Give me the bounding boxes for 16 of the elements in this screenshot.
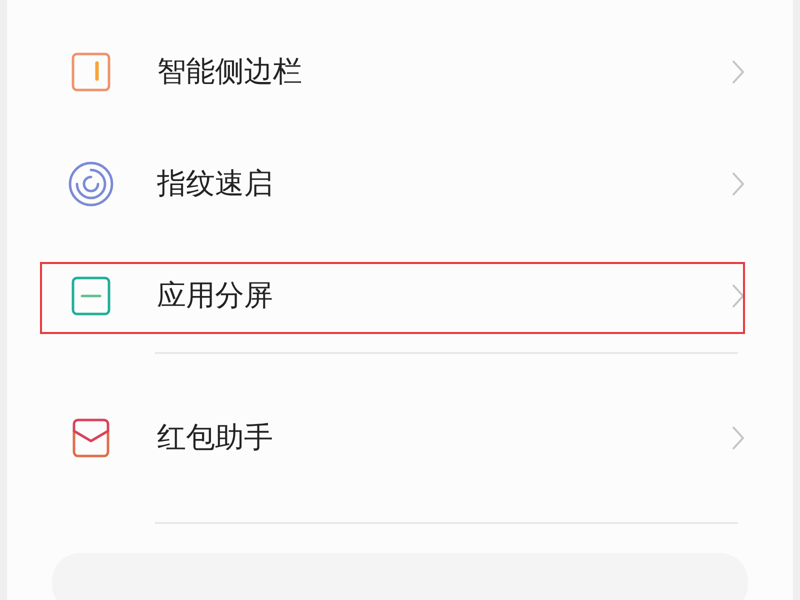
chevron-icon [731, 425, 745, 451]
settings-item[interactable]: 红包助手 [7, 354, 793, 522]
item-label: 指纹速启 [157, 165, 274, 202]
settings-item[interactable]: 智能侧边栏 [7, 16, 793, 128]
item-label: 红包助手 [157, 419, 274, 456]
envelope-icon [71, 417, 111, 459]
settings-item[interactable]: 应用分屏 [7, 240, 793, 352]
chevron-icon [731, 59, 745, 85]
item-label: 应用分屏 [157, 277, 274, 314]
settings-item[interactable]: 指纹速启 [7, 128, 793, 240]
sidebar-icon [71, 52, 111, 92]
chevron-icon [731, 171, 745, 197]
item-label: 智能侧边栏 [157, 53, 303, 90]
chevron-icon [731, 283, 745, 309]
fingerprint-icon [67, 160, 115, 208]
split-screen-icon [71, 276, 111, 316]
